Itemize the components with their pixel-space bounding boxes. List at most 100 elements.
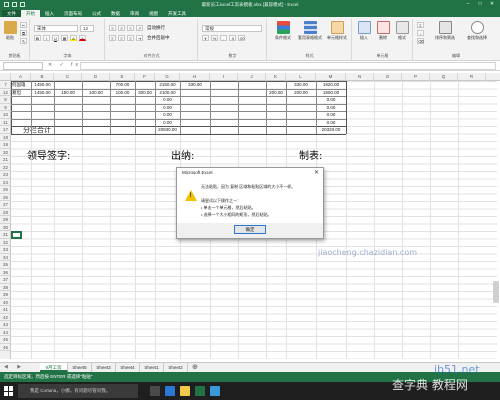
minimize-icon[interactable]: –: [462, 0, 474, 9]
autosum-icon[interactable]: Σ: [417, 22, 424, 28]
sheet-tab-active[interactable]: 9月工资: [40, 363, 68, 372]
column-header[interactable]: D: [82, 73, 110, 81]
table-cell[interactable]: 1450.00: [32, 82, 53, 87]
border-icon[interactable]: ▦: [61, 35, 68, 41]
column-header[interactable]: L: [286, 73, 316, 81]
fill-icon[interactable]: ↓: [417, 30, 424, 36]
cortana-search-box[interactable]: 我是 Cortana，小娜。有问题尽管问我。: [18, 384, 138, 398]
column-header[interactable]: J: [238, 73, 266, 81]
column-header[interactable]: F: [135, 73, 155, 81]
ok-button[interactable]: 确定: [234, 225, 266, 234]
formula-icons[interactable]: ✕ ✓ fx: [48, 62, 81, 68]
row-header[interactable]: 41: [0, 306, 11, 314]
column-header[interactable]: Q: [430, 73, 458, 81]
table-cell[interactable]: 20830.00: [156, 127, 179, 132]
row-header[interactable]: 17: [0, 126, 11, 134]
row-header[interactable]: 39: [0, 291, 11, 299]
file-explorer-icon[interactable]: [180, 386, 190, 396]
merge-center-button[interactable]: 合并后居中: [147, 35, 170, 41]
row-header[interactable]: 37: [0, 276, 11, 284]
row-header[interactable]: 36: [0, 269, 11, 276]
close-icon[interactable]: ✕: [486, 0, 498, 9]
column-header[interactable]: H: [180, 73, 210, 81]
column-header[interactable]: I: [210, 73, 238, 81]
cell-styles-button[interactable]: 单元格样式: [324, 21, 350, 41]
conditional-format-button[interactable]: 条件格式: [270, 21, 296, 41]
column-header[interactable]: C: [54, 73, 82, 81]
row-header[interactable]: 38: [0, 284, 11, 291]
store-icon[interactable]: [210, 386, 220, 396]
orientation-icon[interactable]: ↗: [136, 25, 143, 31]
sheet-tab[interactable]: Sheet3: [92, 363, 116, 372]
row-header[interactable]: 30: [0, 224, 11, 231]
table-cell[interactable]: 330.00: [287, 82, 315, 87]
clear-icon[interactable]: ⌫: [417, 38, 424, 44]
row-header[interactable]: 20: [0, 149, 11, 156]
tab-developer[interactable]: 开发工具: [163, 10, 191, 17]
row-header[interactable]: 28: [0, 209, 11, 216]
format-button[interactable]: 格式: [393, 21, 411, 41]
row-header[interactable]: 40: [0, 299, 11, 306]
table-cell[interactable]: 葛坦: [12, 90, 30, 96]
row-header[interactable]: 35: [0, 261, 11, 269]
table-cell[interactable]: 700.00: [111, 82, 134, 87]
column-header[interactable]: G: [155, 73, 180, 81]
fill-color-icon[interactable]: A: [70, 35, 77, 41]
table-cell[interactable]: 1820.00: [317, 82, 345, 87]
table-cell[interactable]: 0.00: [317, 97, 345, 102]
table-cell[interactable]: 0.00: [317, 120, 345, 125]
table-cell[interactable]: 0.00: [317, 105, 345, 110]
copy-icon[interactable]: ⧉: [20, 30, 27, 36]
name-box[interactable]: [3, 62, 43, 70]
align-left-icon[interactable]: ≡: [109, 35, 116, 41]
row-header[interactable]: 11: [0, 119, 11, 126]
row-header[interactable]: 44: [0, 329, 11, 336]
active-cell[interactable]: [11, 231, 22, 239]
align-bottom-icon[interactable]: ≡: [127, 25, 134, 31]
table-cell[interactable]: 150.00: [55, 90, 81, 95]
row-header[interactable]: 18: [0, 134, 11, 141]
table-cell[interactable]: 20320.00: [317, 127, 345, 132]
column-header[interactable]: E: [110, 73, 135, 81]
tab-file[interactable]: 文件: [2, 10, 21, 17]
paste-button[interactable]: 粘贴: [2, 21, 18, 41]
row-header[interactable]: 45: [0, 336, 11, 344]
cut-icon[interactable]: ✂: [20, 22, 27, 28]
add-sheet-icon[interactable]: ⊕: [192, 363, 198, 372]
increase-decimal-icon[interactable]: .0: [229, 35, 236, 41]
tab-view[interactable]: 视图: [144, 10, 163, 17]
vertical-scrollbar[interactable]: [493, 281, 499, 303]
tab-data[interactable]: 数据: [106, 10, 125, 17]
row-header[interactable]: 10: [0, 111, 11, 119]
row-header[interactable]: 31: [0, 231, 11, 239]
font-name-select[interactable]: 宋体: [34, 25, 78, 32]
table-cell[interactable]: 0.00: [156, 97, 179, 102]
align-middle-icon[interactable]: ≡: [118, 25, 125, 31]
row-header[interactable]: 29: [0, 216, 11, 224]
formula-input[interactable]: [80, 62, 496, 70]
row-header[interactable]: 19: [0, 141, 11, 149]
column-header[interactable]: P: [402, 73, 430, 81]
table-cell[interactable]: 300.00: [136, 90, 154, 95]
sheet-nav-arrows[interactable]: ◀ ▶: [4, 364, 25, 370]
table-cell[interactable]: 200.00: [267, 90, 285, 95]
tab-formulas[interactable]: 公式: [87, 10, 106, 17]
table-cell[interactable]: 0.00: [156, 112, 179, 117]
edge-icon[interactable]: [165, 386, 175, 396]
row-header[interactable]: 23: [0, 171, 11, 179]
row-header[interactable]: 7: [0, 81, 11, 89]
number-format-select[interactable]: 常规: [202, 25, 262, 32]
column-header[interactable]: A: [11, 73, 31, 81]
select-all-corner[interactable]: [0, 73, 11, 81]
column-header[interactable]: O: [374, 73, 402, 81]
table-cell[interactable]: 2100.00: [156, 90, 179, 95]
align-center-icon[interactable]: ≡: [118, 35, 125, 41]
tab-home[interactable]: 开始: [21, 10, 40, 17]
table-cell[interactable]: 0.00: [156, 105, 179, 110]
sheet-tab[interactable]: Sheet1: [140, 363, 164, 372]
row-header[interactable]: 34: [0, 254, 11, 261]
currency-icon[interactable]: ¥: [202, 35, 209, 41]
tab-page-layout[interactable]: 页面布局: [59, 10, 87, 17]
sheet-tab[interactable]: Sheet4: [116, 363, 140, 372]
sheet-tab[interactable]: Sheet2: [164, 363, 188, 372]
